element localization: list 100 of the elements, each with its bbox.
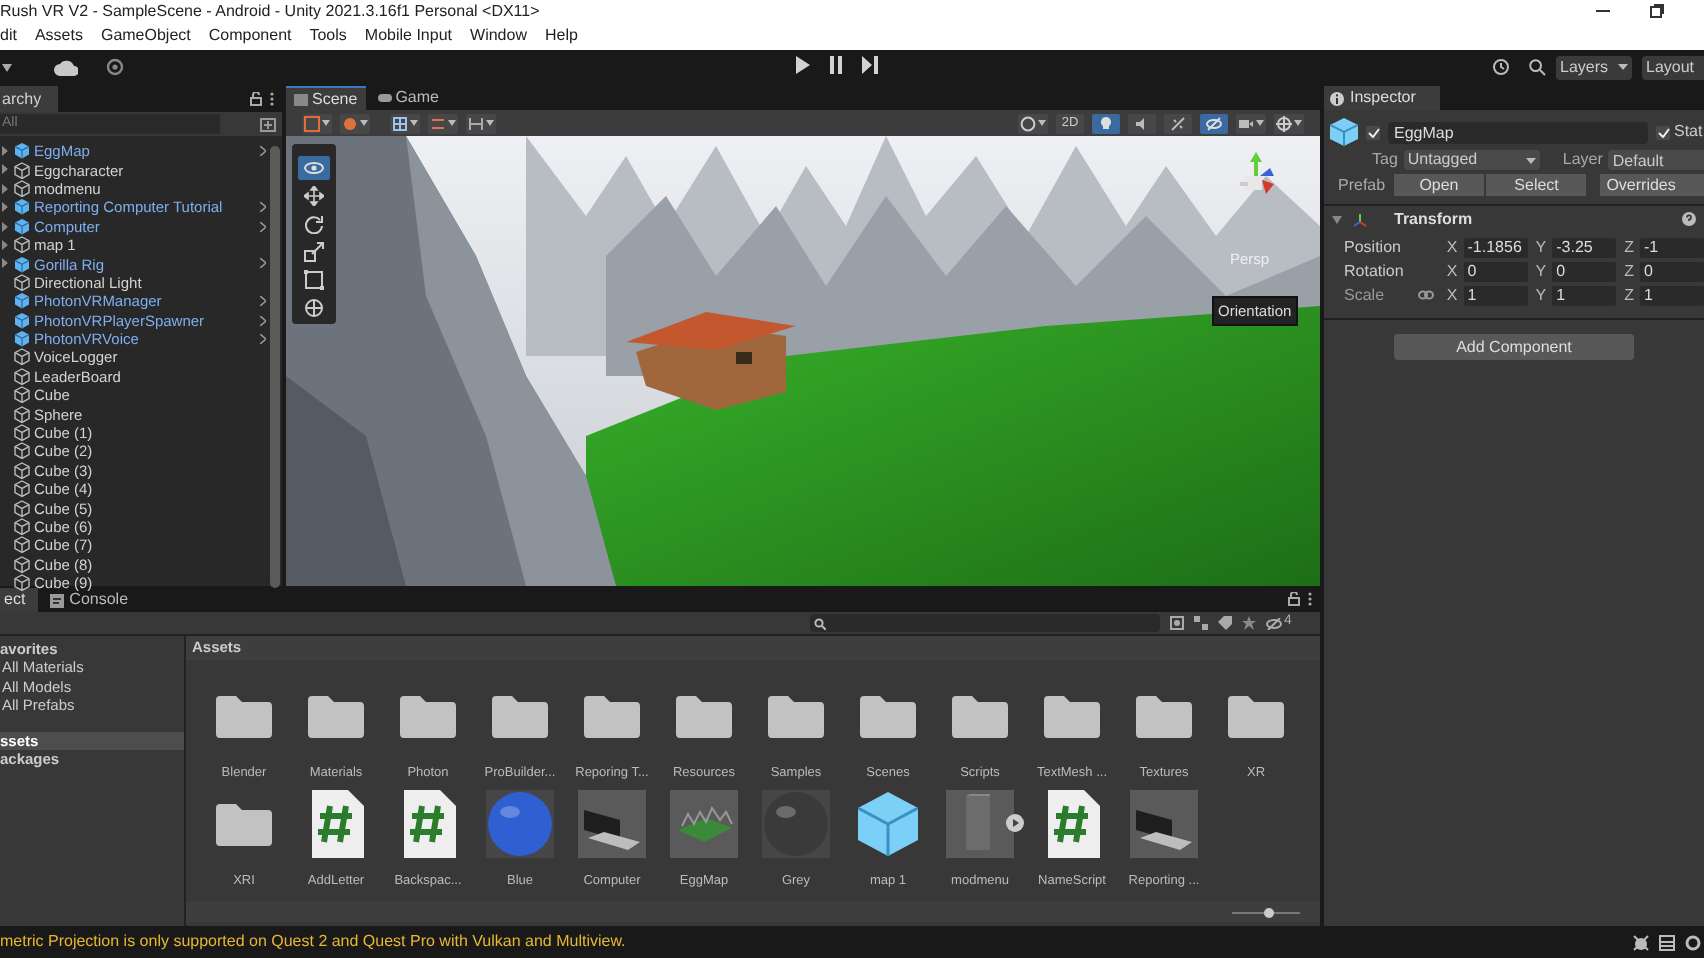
prefab-button[interactable]: Select [1486,174,1587,196]
tag-icon[interactable] [1218,616,1232,630]
field-label: Rotation [1344,259,1406,283]
number-field[interactable]: -3.25 [1552,237,1617,257]
menu-item[interactable]: Mobile Input [364,24,453,48]
menu-item[interactable]: Component [208,24,292,48]
tag-dropdown[interactable]: Untagged [1403,150,1541,170]
field-label: Position [1344,235,1403,259]
grid-snap-dropdown[interactable] [390,113,420,133]
visibility-icon [1206,115,1222,131]
menu-item[interactable]: Window [470,24,527,48]
menu-item[interactable]: Help [544,24,578,48]
active-checkbox[interactable] [1366,125,1380,139]
menu-item[interactable]: Assets [34,24,83,48]
static-checkbox[interactable] [1656,125,1670,139]
lock-icon[interactable] [1288,592,1300,606]
layers-dropdown[interactable]: Layers [1556,55,1632,79]
effects-toggle[interactable] [1164,113,1192,133]
panel-tab[interactable]: archy [0,86,58,112]
number-field[interactable]: 0 [1552,261,1617,281]
scale-tool-button[interactable] [298,240,330,264]
align-dropdown[interactable] [466,113,496,133]
folder-icon [1044,694,1100,738]
star-icon[interactable] [1242,616,1256,630]
lock-icon[interactable] [250,92,262,106]
pause-icon[interactable] [828,56,844,74]
minimize-icon[interactable] [1596,8,1610,14]
script-file-icon [400,790,456,858]
menu-item[interactable]: GameObject [100,24,191,48]
panel-tab[interactable]: Scene [286,86,366,110]
chevron-icon[interactable] [260,258,266,269]
rect-tool-button[interactable] [298,268,330,292]
caret-icon[interactable] [2,63,12,71]
lighting-toggle[interactable] [1092,113,1120,133]
prefab-cube-icon [14,142,30,161]
visibility-toggle[interactable] [1200,113,1228,133]
filter-type-icon[interactable] [1170,616,1184,630]
collapse-arrow-icon[interactable] [1332,215,1342,223]
snap-increment-dropdown[interactable] [428,113,458,133]
help-icon[interactable] [1682,212,1696,226]
shading-dropdown[interactable] [1018,113,1048,133]
search-field[interactable] [810,614,1160,632]
filter-label-icon[interactable] [1194,616,1208,630]
scene-view-drawing[interactable] [286,136,1320,586]
menu-item[interactable]: dit [0,24,17,48]
caret-icon [1294,120,1302,126]
number-field[interactable]: 1 [1552,285,1617,305]
layers-stack-icon[interactable] [1658,933,1676,951]
caret-icon [448,120,456,126]
history-icon[interactable] [1492,58,1510,76]
align-icon [468,115,484,131]
panel-tab[interactable]: Game [369,86,447,110]
prefab-button[interactable]: Open [1393,174,1485,196]
number-field[interactable]: -1.1856 [1463,237,1528,257]
chevron-icon[interactable] [260,146,266,156]
move-tool-button[interactable] [298,184,330,208]
caret-icon [1618,64,1628,70]
camera-dropdown[interactable] [1236,113,1266,133]
number-field[interactable]: 1 [1640,285,1704,305]
folder-icon [1136,694,1192,738]
audio-toggle[interactable] [1128,113,1156,133]
collab-icon[interactable] [106,58,124,76]
folder-icon [768,694,824,738]
scrollbar[interactable] [270,146,280,589]
create-icon[interactable] [260,117,276,131]
grid-snap-icon [392,115,408,131]
pivot-dropdown[interactable] [340,113,370,133]
layout-dropdown[interactable]: Layout [1642,55,1704,79]
panel-tab[interactable]: Console [45,588,141,612]
number-field[interactable]: 0 [1640,261,1704,281]
layer-dropdown[interactable]: Default [1608,150,1704,170]
step-icon[interactable] [862,56,878,74]
play-circle-icon[interactable] [1006,814,1024,832]
debug-icon[interactable] [1632,933,1650,951]
slider-thumb[interactable] [1264,907,1275,917]
field-label: Tag [1372,148,1398,172]
number-field[interactable]: 1 [1463,285,1528,305]
search-icon[interactable] [1528,58,1546,76]
number-field[interactable]: 0 [1463,261,1528,281]
cloud-icon[interactable] [54,59,78,75]
snap-increment-icon [430,115,446,131]
add-component-button[interactable]: Add Component [1394,334,1634,360]
restore-icon[interactable] [1650,4,1664,18]
caret-icon [410,120,418,126]
link-icon[interactable] [1418,290,1435,300]
panel-tab[interactable]: Inspector [1324,86,1440,110]
number-field[interactable]: -1 [1640,237,1704,257]
name-field[interactable]: EggMap [1388,121,1648,143]
folder-icon [216,694,272,738]
gizmos-dropdown[interactable] [1274,113,1304,133]
field-label: Prefab [1338,173,1386,197]
lighting-icon [1098,115,1114,131]
play-icon[interactable] [794,56,810,74]
prefab-button[interactable]: Overrides [1600,174,1704,196]
panel-tab[interactable]: ect [0,588,38,612]
view-tool-button[interactable] [298,156,330,180]
menu-item[interactable]: Tools [309,24,347,48]
script-file-icon [1044,790,1100,858]
tool-handle-dropdown[interactable] [302,113,332,133]
caret-icon [1256,120,1264,126]
